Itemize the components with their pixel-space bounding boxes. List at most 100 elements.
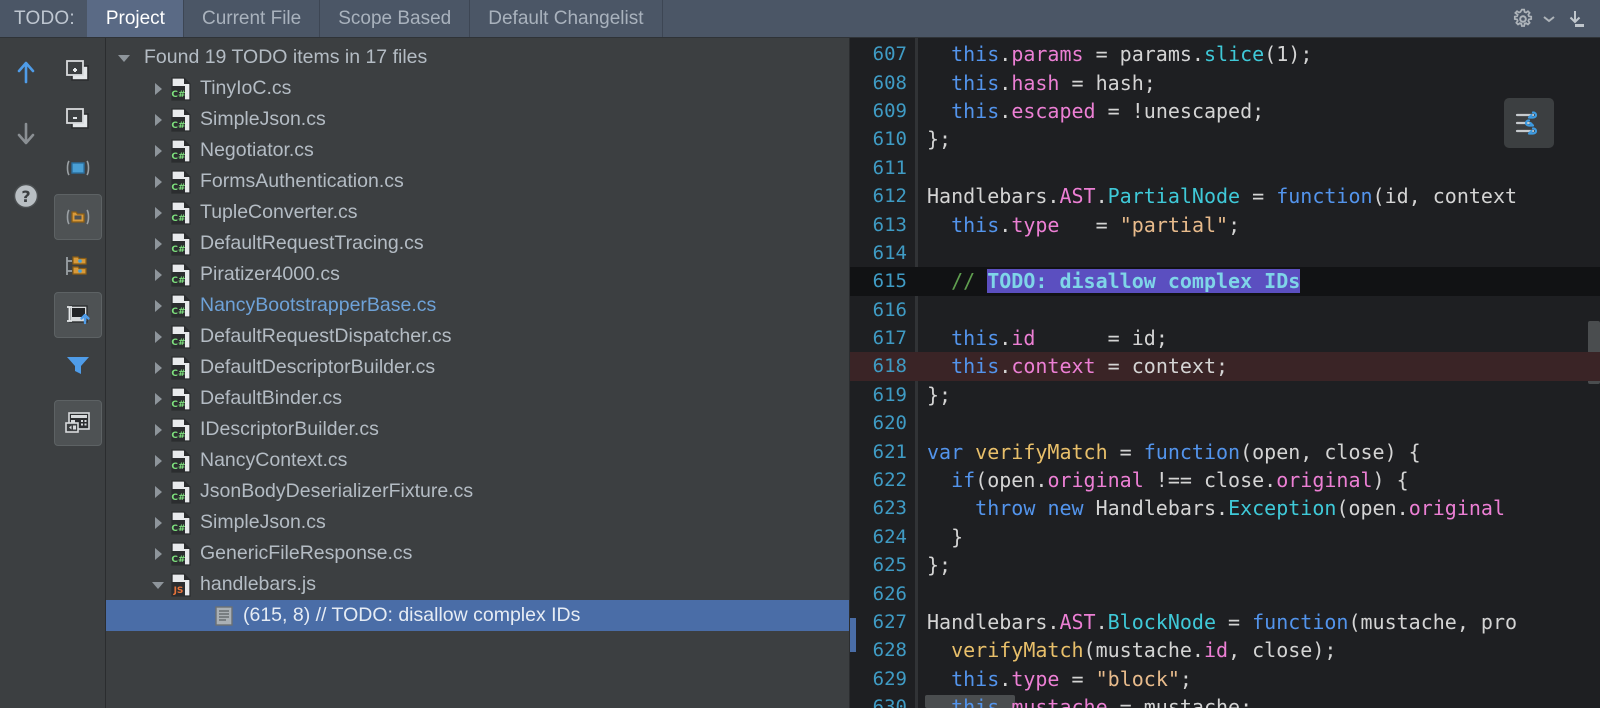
tree-file-label: DefaultBinder.cs [200, 387, 342, 409]
tree-file-label: handlebars.js [200, 573, 316, 595]
code-line[interactable]: 628 verifyMatch(mustache.id, close); [850, 636, 1600, 664]
code-line[interactable]: 621 var verifyMatch = function(open, clos… [850, 437, 1600, 465]
chevron-right-icon[interactable] [148, 484, 168, 500]
chevron-down-icon[interactable] [1542, 6, 1556, 32]
group-by-module-icon[interactable] [55, 146, 101, 190]
code-line[interactable]: 610}; [850, 125, 1600, 153]
chevron-right-icon[interactable] [148, 298, 168, 314]
code-line[interactable]: 608 this.hash = hash; [850, 68, 1600, 96]
line-number: 627 [872, 611, 907, 633]
code-line[interactable]: 619}; [850, 381, 1600, 409]
filter-icon[interactable] [55, 342, 101, 386]
tree-file-row[interactable]: JS handlebars.js [106, 569, 849, 600]
chevron-right-icon[interactable] [148, 515, 168, 531]
tree-file-row[interactable]: C# SimpleJson.cs [106, 104, 849, 135]
tree-file-row[interactable]: C# GenericFileResponse.cs [106, 538, 849, 569]
chevron-right-icon[interactable] [148, 174, 168, 190]
code-line[interactable]: 620 [850, 409, 1600, 437]
tab-project[interactable]: Project [86, 0, 184, 37]
chevron-right-icon[interactable] [148, 205, 168, 221]
chevron-right-icon[interactable] [148, 267, 168, 283]
chevron-right-icon[interactable] [148, 360, 168, 376]
expand-all-icon[interactable] [55, 50, 101, 94]
chevron-right-icon[interactable] [148, 453, 168, 469]
tab-current-file[interactable]: Current File [182, 0, 321, 37]
tree-file-row[interactable]: C# TinyIoC.cs [106, 73, 849, 104]
tree-file-row[interactable]: C# DefaultBinder.cs [106, 383, 849, 414]
code-line[interactable]: 617 this.id = id; [850, 324, 1600, 352]
code-token: = !unescaped; [1095, 98, 1265, 123]
tree-file-row[interactable]: C# DefaultDescriptorBuilder.cs [106, 352, 849, 383]
tree-file-row[interactable]: C# DefaultRequestTracing.cs [106, 228, 849, 259]
tree-file-row[interactable]: C# Negotiator.cs [106, 135, 849, 166]
preview-source-icon[interactable] [54, 400, 102, 446]
code-line[interactable]: 626 [850, 579, 1600, 607]
help-icon[interactable]: ? [3, 174, 49, 218]
autoscroll-to-source-icon[interactable] [54, 292, 102, 338]
code-line[interactable]: 613 this.type = "partial"; [850, 210, 1600, 238]
svg-text:C#: C# [171, 307, 185, 317]
csharp-file-icon: C# [168, 417, 194, 442]
code-line[interactable]: 618 this.context = context; [850, 352, 1600, 381]
chevron-right-icon[interactable] [148, 81, 168, 97]
code-token: original [1408, 496, 1506, 521]
tree-file-row[interactable]: C# FormsAuthentication.cs [106, 166, 849, 197]
chevron-right-icon[interactable] [148, 112, 168, 128]
hide-panel-icon[interactable] [1562, 6, 1588, 32]
tab-default-changelist[interactable]: Default Changelist [469, 0, 663, 37]
chevron-right-icon[interactable] [148, 143, 168, 159]
code-line[interactable]: 611 [850, 154, 1600, 182]
next-occurrence-icon[interactable] [3, 112, 49, 156]
tab-default-changelist-label: Default Changelist [488, 7, 644, 29]
show-packages-icon[interactable] [55, 244, 101, 288]
tree-file-row[interactable]: C# Piratizer4000.cs [106, 259, 849, 290]
chevron-right-icon[interactable] [148, 329, 168, 345]
code-token: . [999, 666, 1012, 691]
tree-file-label: DefaultRequestTracing.cs [200, 232, 424, 254]
collapse-all-icon[interactable] [55, 98, 101, 142]
chevron-down-icon[interactable] [114, 49, 134, 67]
editor-preview[interactable]: 607 this.params = params.slice(1); 608 th… [850, 38, 1600, 708]
code-line[interactable]: 609 this.escaped = !unescaped; [850, 97, 1600, 125]
code-line[interactable]: 623 throw new Handlebars.Exception(open.… [850, 494, 1600, 522]
code-line[interactable]: 607 this.params = params.slice(1); [850, 40, 1600, 68]
tree-file-row[interactable]: C# SimpleJson.cs [106, 507, 849, 538]
code-line[interactable]: 614 [850, 239, 1600, 267]
chevron-right-icon[interactable] [148, 391, 168, 407]
code-text: verifyMatch(mustache.id, close); [915, 638, 1600, 662]
code-token: (id, context [1372, 184, 1518, 209]
code-line[interactable]: 622 if(open.original !== close.original)… [850, 466, 1600, 494]
code-token: this [951, 212, 1000, 237]
tab-scope-based[interactable]: Scope Based [319, 0, 471, 37]
tree-file-row[interactable]: C# NancyContext.cs [106, 445, 849, 476]
tree-todo-item-selected[interactable]: (615, 8) // TODO: disallow complex IDs [106, 600, 849, 631]
svg-text:C#: C# [171, 121, 185, 131]
chevron-right-icon[interactable] [148, 422, 168, 438]
tree-file-row[interactable]: C# DefaultRequestDispatcher.cs [106, 321, 849, 352]
todo-tree-panel[interactable]: Found 19 TODO items in 17 files C# TinyI… [106, 38, 850, 708]
chevron-down-icon[interactable] [148, 576, 168, 594]
tree-file-row[interactable]: C# IDescriptorBuilder.cs [106, 414, 849, 445]
chevron-right-icon[interactable] [148, 546, 168, 562]
code-line[interactable]: 629 this.type = "block"; [850, 665, 1600, 693]
previous-occurrence-icon[interactable] [3, 50, 49, 94]
tree-root-node[interactable]: Found 19 TODO items in 17 files [106, 42, 849, 73]
line-number: 616 [872, 298, 907, 321]
tree-file-label: NancyBootstrapperBase.cs [200, 294, 437, 316]
code-line[interactable]: 616 [850, 296, 1600, 324]
code-line[interactable]: 612 Handlebars.AST.PartialNode = function… [850, 182, 1600, 210]
code-line[interactable]: 630 this.mustache = mustache; [850, 693, 1600, 708]
code-line[interactable]: 624 } [850, 523, 1600, 551]
chevron-right-icon[interactable] [148, 236, 168, 252]
code-line[interactable]: 625}; [850, 551, 1600, 579]
tree-file-row[interactable]: C# NancyBootstrapperBase.cs [106, 290, 849, 321]
tree-file-row[interactable]: C# JsonBodyDeserializerFixture.cs [106, 476, 849, 507]
code-line[interactable]: 615 // TODO: disallow complex IDs [850, 267, 1600, 296]
editor-code-area[interactable]: 607 this.params = params.slice(1); 608 th… [850, 38, 1600, 708]
code-line[interactable]: 627 Handlebars.AST.BlockNode = function(m… [850, 608, 1600, 636]
settings-gear-icon[interactable] [1510, 6, 1536, 32]
group-by-package-icon[interactable] [54, 194, 102, 240]
tree-file-row[interactable]: C# TupleConverter.cs [106, 197, 849, 228]
